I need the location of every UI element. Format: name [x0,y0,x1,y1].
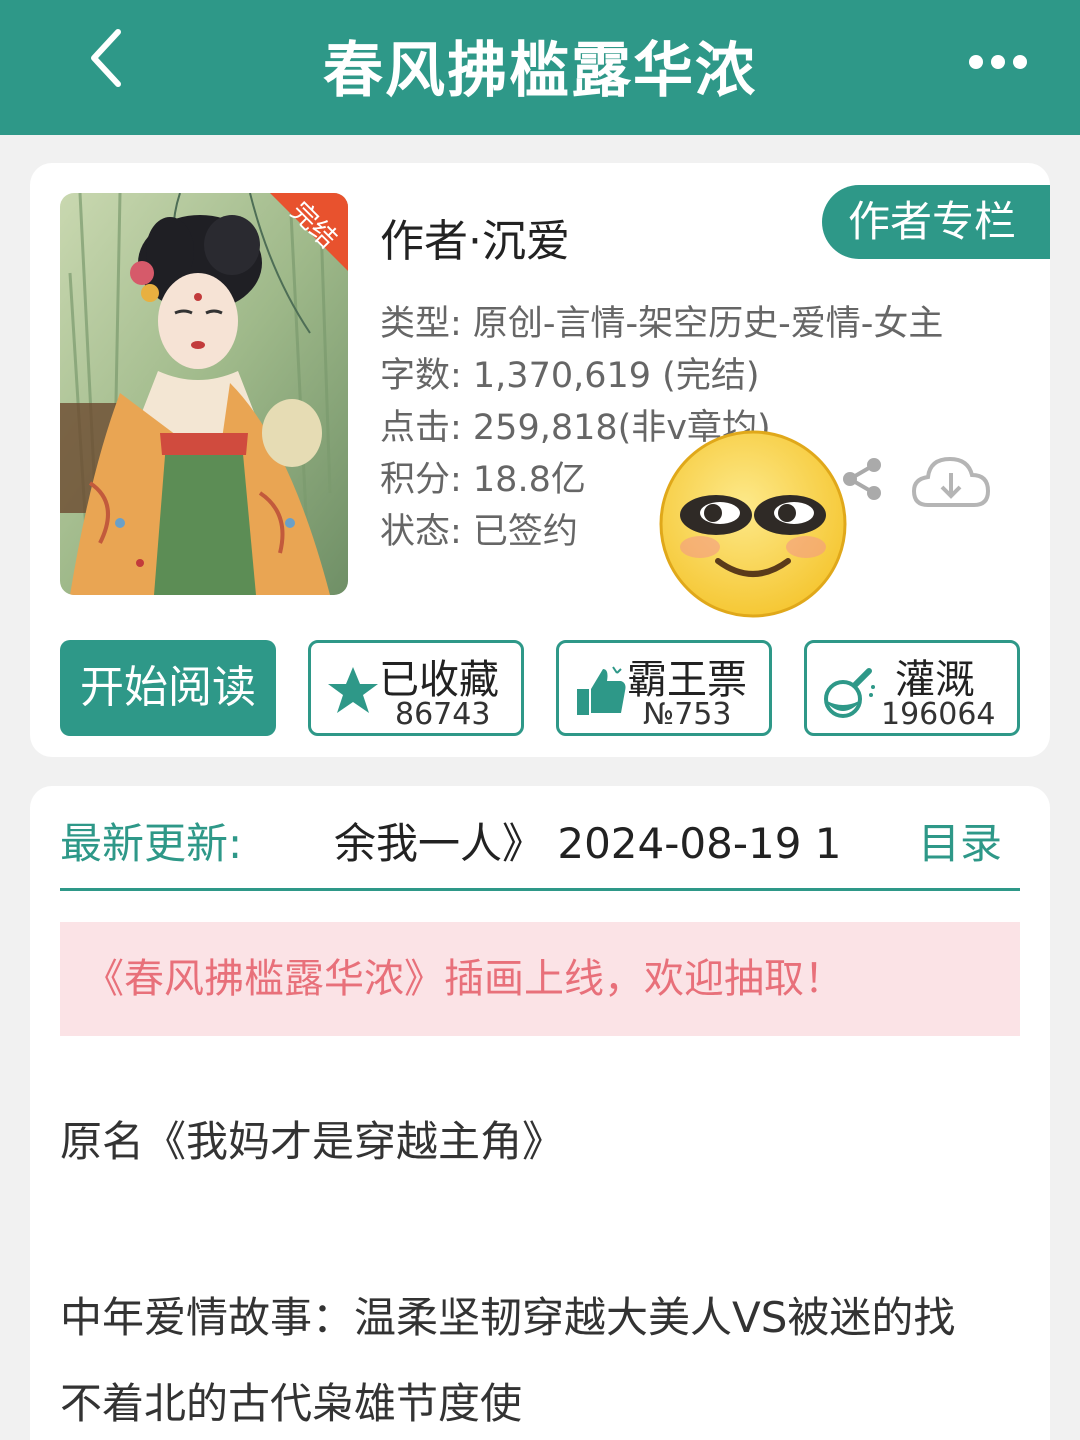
description-line: 原名《我妈才是穿越主角》 [60,1117,565,1166]
latest-update-value[interactable]: 余我一人》 2024-08-19 1 [334,810,842,871]
star-icon [328,667,378,713]
description-line: 不着北的古代枭雄节度使 [60,1379,523,1428]
page-title: 春风拂槛露华浓 [323,36,757,106]
table-of-contents-link[interactable]: 目录 [918,810,1002,871]
cloud-download-icon[interactable] [910,453,992,511]
vote-count: №753 [643,697,732,732]
thumbs-up-icon [577,666,626,715]
collect-count: 86743 [395,697,491,732]
author-name[interactable]: 作者·沉爱 [380,205,570,269]
water-button[interactable]: 灌溉 196064 [804,640,1020,736]
book-info-card: 完结 作者·沉爱 作者专栏 类型: 原创-言情-架空历史-爱情-女主 字数: 1… [30,163,1050,757]
start-reading-button[interactable]: 开始阅读 [60,640,276,736]
book-cover[interactable]: 完结 [60,193,348,595]
vote-button[interactable]: 霸王票 №753 [556,640,772,736]
description-line: 中年爱情故事：温柔坚韧穿越大美人VS被迷的找 [60,1293,956,1342]
top-bar: 春风拂槛露华浓 [0,0,1080,135]
collect-button[interactable]: 已收藏 86743 [308,640,524,736]
divider [60,888,1020,891]
author-column-button[interactable]: 作者专栏 [822,185,1050,259]
meta-words: 字数: 1,370,619 (完结) [380,356,760,396]
cover-illustration: 完结 [60,193,348,595]
water-count: 196064 [881,697,996,732]
notice-banner[interactable]: 《春风拂槛露华浓》插画上线，欢迎抽取！ [60,922,1020,1036]
smirk-emoji-sticker [659,430,847,618]
watering-flask-icon [824,668,875,718]
action-row: 开始阅读 已收藏 86743 霸王票 №753 灌溉 196064 [60,640,1020,736]
more-dots-icon[interactable] [968,50,1028,74]
meta-type: 类型: 原创-言情-架空历史-爱情-女主 [380,304,944,344]
content-card: 最新更新: 余我一人》 2024-08-19 1 目录 《春风拂槛露华浓》插画上… [30,786,1050,1440]
latest-update-label: 最新更新: [60,819,243,868]
